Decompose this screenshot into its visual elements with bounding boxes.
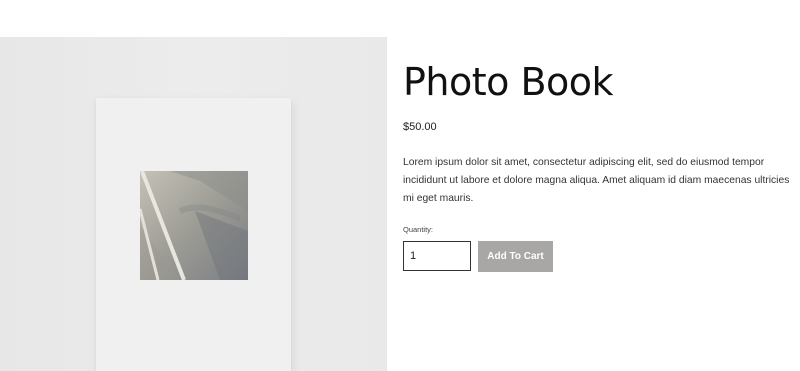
quantity-input[interactable] xyxy=(403,241,471,271)
product-description: Lorem ipsum dolor sit amet, consectetur … xyxy=(403,157,790,204)
product-title: Photo Book xyxy=(403,60,614,104)
book-cover-photo xyxy=(140,171,248,280)
add-to-cart-button[interactable]: Add To Cart xyxy=(478,241,553,272)
quantity-label: Quantity: xyxy=(403,225,434,234)
photo-book-image xyxy=(96,98,291,371)
product-price: $50.00 xyxy=(403,121,437,133)
product-image-panel xyxy=(0,37,387,371)
product-page: Photo Book $50.00 Lorem ipsum dolor sit … xyxy=(0,0,800,371)
